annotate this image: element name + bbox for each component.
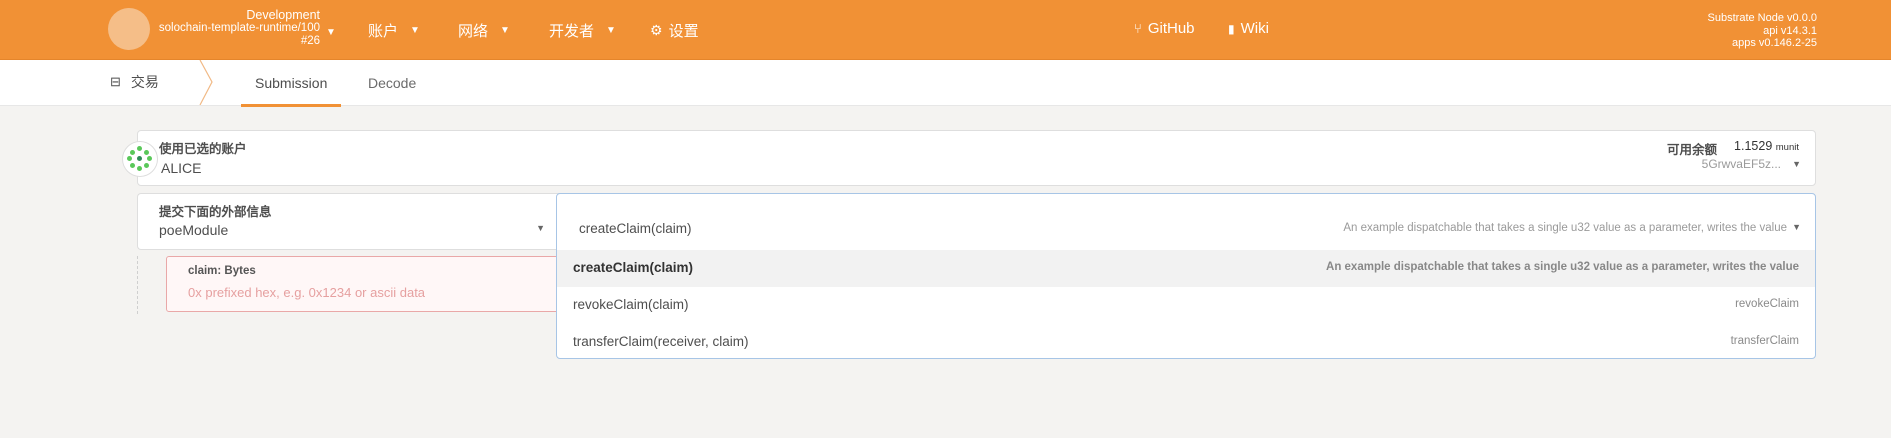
- menu-accounts[interactable]: 账户 ▼: [368, 20, 420, 41]
- balance-amount: 1.1529: [1734, 139, 1773, 153]
- option-name: revokeClaim(claim): [573, 297, 689, 312]
- chain-env: Development: [246, 8, 320, 22]
- api-version: api v14.3.1: [1763, 24, 1817, 37]
- call-option-transferclaim[interactable]: transferClaim(receiver, claim) transferC…: [557, 324, 1815, 358]
- chevron-down-icon[interactable]: ▼: [1792, 159, 1801, 169]
- tab-decode[interactable]: Decode: [368, 75, 416, 91]
- chain-logo[interactable]: [108, 8, 150, 50]
- claim-placeholder: 0x prefixed hex, e.g. 0x1234 or ascii da…: [188, 285, 426, 300]
- chain-runtime: solochain-template-runtime/100: [158, 22, 320, 34]
- menu-developer[interactable]: 开发者 ▼: [549, 20, 616, 41]
- chevron-down-icon: ▼: [500, 25, 510, 36]
- call-option-createclaim[interactable]: createClaim(claim) An example dispatchab…: [557, 250, 1815, 287]
- balance-value: 1.1529 munit: [1734, 139, 1799, 153]
- option-desc: transferClaim: [1730, 335, 1799, 347]
- menu-label: 网络: [458, 23, 489, 40]
- menu-label: 账户: [368, 23, 399, 40]
- node-name: Substrate Node v0.0.0: [1707, 12, 1817, 24]
- account-selector[interactable]: 使用已选的账户 ALICE 可用余额 1.1529 munit 5GrwvaEF…: [137, 130, 1816, 186]
- module-select[interactable]: 提交下面的外部信息 poeModule ▼: [137, 193, 561, 250]
- menu-settings[interactable]: ⚙ 设置: [650, 20, 699, 41]
- branch-icon: ⑂: [1134, 21, 1142, 36]
- option-name: createClaim(claim): [573, 260, 694, 275]
- account-label: 使用已选的账户: [159, 142, 247, 156]
- book-icon: ▮: [1228, 21, 1235, 36]
- menu-label: 设置: [668, 23, 699, 40]
- breadcrumb: ⊟ 交易: [110, 72, 159, 92]
- link-label: GitHub: [1147, 20, 1195, 37]
- section-title: 交易: [130, 74, 159, 90]
- chevron-down-icon[interactable]: ▼: [326, 27, 336, 38]
- node-info: Substrate Node v0.0.0 api v14.3.1 apps v…: [1708, 12, 1817, 50]
- chevron-down-icon: ▼: [536, 223, 545, 233]
- gear-icon: ⚙: [650, 22, 663, 38]
- account-identicon: [123, 142, 157, 176]
- menu-network[interactable]: 网络 ▼: [458, 20, 510, 41]
- breadcrumb-separator: [199, 60, 213, 105]
- extrinsic-label: 提交下面的外部信息: [159, 205, 272, 219]
- call-option-revokeclaim[interactable]: revokeClaim(claim) revokeClaim: [557, 287, 1815, 324]
- call-dropdown[interactable]: createClaim(claim) An example dispatchab…: [556, 193, 1816, 359]
- inbox-icon: ⊟: [110, 74, 121, 89]
- claim-input[interactable]: claim: Bytes 0x prefixed hex, e.g. 0x123…: [166, 256, 566, 312]
- chevron-down-icon: ▼: [1792, 222, 1801, 232]
- chevron-down-icon: ▼: [410, 25, 420, 36]
- selected-call: createClaim(claim): [579, 221, 692, 236]
- menu-label: 开发者: [549, 23, 595, 40]
- param-guide-line: [137, 256, 138, 314]
- top-navbar: Development solochain-template-runtime/1…: [0, 0, 1891, 60]
- call-select-head[interactable]: createClaim(claim) An example dispatchab…: [557, 194, 1815, 250]
- link-wiki[interactable]: ▮ Wiki: [1228, 20, 1269, 37]
- link-label: Wiki: [1240, 20, 1269, 37]
- chain-block: #26: [300, 35, 320, 47]
- tab-submission[interactable]: Submission: [240, 75, 342, 107]
- chain-selector[interactable]: Development solochain-template-runtime/1…: [158, 9, 320, 48]
- module-value: poeModule: [159, 222, 229, 238]
- balance-label: 可用余额: [1666, 143, 1717, 157]
- account-address: 5GrwvaEF5z...: [1701, 157, 1781, 171]
- chevron-down-icon: ▼: [606, 25, 616, 36]
- link-github[interactable]: ⑂ GitHub: [1134, 20, 1195, 37]
- account-name: ALICE: [161, 160, 202, 176]
- option-desc: An example dispatchable that takes a sin…: [1326, 261, 1799, 273]
- claim-label: claim: Bytes: [188, 265, 256, 277]
- option-name: transferClaim(receiver, claim): [573, 334, 749, 349]
- option-desc: revokeClaim: [1735, 298, 1799, 310]
- tab-bar: ⊟ 交易 Submission Decode: [0, 60, 1891, 107]
- balance-unit: munit: [1775, 142, 1799, 153]
- apps-version: apps v0.146.2-25: [1731, 37, 1817, 49]
- selected-call-desc: An example dispatchable that takes a sin…: [1343, 222, 1787, 234]
